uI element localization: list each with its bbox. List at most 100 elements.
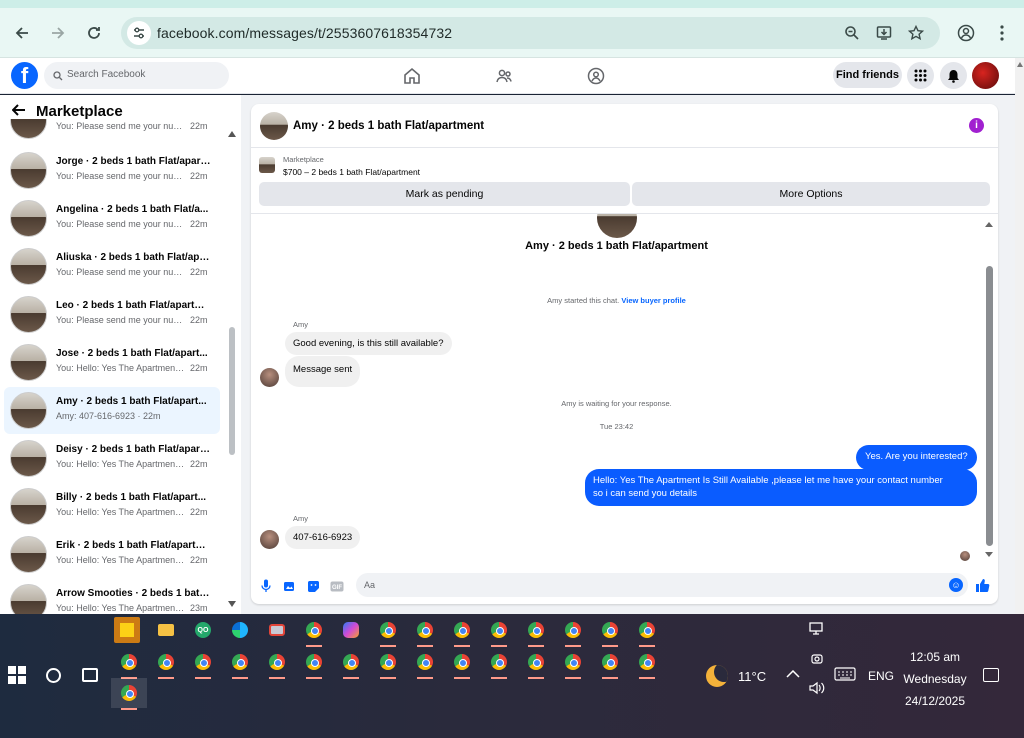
gif-icon[interactable]: GIF (330, 579, 344, 593)
emoji-icon[interactable]: ☺ (949, 578, 963, 592)
task-view-icon[interactable] (82, 668, 98, 682)
install-app-icon[interactable] (875, 24, 893, 42)
conversation-item[interactable]: Billy · 2 beds 1 bath Flat/apart... You:… (4, 483, 220, 530)
chrome-icon[interactable] (412, 649, 438, 679)
info-icon[interactable]: i (969, 118, 984, 133)
chrome-icon[interactable] (449, 649, 475, 679)
sticky-notes-icon[interactable] (114, 617, 140, 643)
sender-avatar[interactable] (260, 530, 279, 549)
back-icon[interactable] (9, 20, 35, 46)
chat-avatar[interactable] (260, 112, 288, 140)
app-icon[interactable] (264, 617, 290, 643)
microphone-icon[interactable] (259, 579, 273, 593)
reload-icon[interactable] (81, 20, 107, 46)
conversation-item[interactable]: Jose · 2 beds 1 bath Flat/apart... You: … (4, 339, 220, 386)
conversation-item[interactable]: Arrow Smooties · 2 beds 1 bath... You: H… (4, 579, 220, 614)
friends-icon[interactable] (494, 66, 514, 86)
more-options-button[interactable]: More Options (632, 182, 990, 206)
notifications-bell-icon[interactable] (940, 62, 967, 89)
chrome-icon[interactable] (523, 617, 549, 647)
chrome-icon[interactable] (634, 649, 660, 679)
url-text[interactable]: facebook.com/messages/t/2553607618354732 (157, 25, 452, 41)
chrome-icon[interactable] (264, 649, 290, 679)
keyboard-icon[interactable] (834, 667, 856, 681)
zoom-icon[interactable] (843, 24, 861, 42)
chrome-icon[interactable] (412, 617, 438, 647)
chrome-icon[interactable] (597, 617, 623, 647)
edge-browser-icon[interactable] (227, 617, 253, 643)
chrome-icon[interactable] (523, 649, 549, 679)
find-friends-button[interactable]: Find friends (833, 62, 902, 88)
outgoing-message[interactable]: Hello: Yes The Apartment Is Still Availa… (585, 469, 977, 506)
sidebar-scrollbar[interactable] (228, 125, 236, 613)
conversation-item[interactable]: You: Please send me your numb... 22m (4, 119, 220, 144)
incoming-message[interactable]: Good evening, is this still available? (285, 332, 452, 355)
input-language[interactable]: ENG (868, 669, 894, 683)
view-buyer-profile-link[interactable]: View buyer profile (621, 296, 685, 305)
groups-icon[interactable] (586, 66, 606, 86)
conversation-item[interactable]: Aliuska · 2 beds 1 bath Flat/apa... You:… (4, 243, 220, 290)
volume-icon[interactable] (808, 681, 826, 695)
thumbs-up-icon[interactable] (975, 578, 990, 596)
chrome-icon[interactable] (301, 649, 327, 679)
page-scrollbar[interactable] (1015, 58, 1024, 614)
conversation-item-active[interactable]: Amy · 2 beds 1 bath Flat/apart... Amy: 4… (4, 387, 220, 434)
chrome-icon-active[interactable] (116, 680, 142, 710)
address-bar[interactable]: facebook.com/messages/t/2553607618354732 (121, 17, 940, 49)
scroll-down-icon[interactable] (228, 601, 236, 607)
home-icon[interactable] (402, 66, 422, 86)
message-scrollbar[interactable] (985, 218, 994, 563)
chrome-icon[interactable] (597, 649, 623, 679)
scroll-down-icon[interactable] (985, 552, 993, 557)
conversation-item[interactable]: Deisy · 2 beds 1 bath Flat/apart... You:… (4, 435, 220, 482)
account-avatar[interactable] (972, 62, 999, 89)
scroll-up-icon[interactable] (985, 222, 993, 227)
chrome-icon[interactable] (338, 649, 364, 679)
conversation-item[interactable]: Jorge · 2 beds 1 bath Flat/apart... You:… (4, 147, 220, 194)
incoming-message[interactable]: Message sent (285, 356, 361, 387)
weather-widget[interactable]: 11°C (706, 665, 766, 687)
scrollbar-thumb[interactable] (986, 266, 993, 546)
system-clock[interactable]: 12:05 am Wednesday 24/12/2025 (900, 646, 970, 712)
bookmark-star-icon[interactable] (907, 24, 925, 42)
chrome-icon[interactable] (190, 649, 216, 679)
site-info-icon[interactable] (127, 21, 151, 45)
facebook-logo-icon[interactable]: f (11, 62, 38, 89)
photo-icon[interactable] (282, 579, 296, 593)
network-monitor-icon[interactable] (809, 622, 825, 636)
qq-app-icon[interactable]: QO (190, 617, 216, 643)
profile-icon[interactable] (953, 20, 979, 46)
incoming-message[interactable]: 407-616-6923 (285, 526, 361, 549)
mark-as-pending-button[interactable]: Mark as pending (259, 182, 630, 206)
listing-price[interactable]: $700 – 2 beds 1 bath Flat/apartment (283, 167, 420, 177)
chrome-icon[interactable] (486, 649, 512, 679)
chrome-icon[interactable] (449, 617, 475, 647)
chrome-icon[interactable] (560, 649, 586, 679)
chrome-icon[interactable] (486, 617, 512, 647)
chrome-icon[interactable] (375, 617, 401, 647)
menu-grid-icon[interactable] (907, 62, 934, 89)
chevron-up-icon[interactable] (786, 670, 800, 678)
chrome-icon[interactable] (375, 649, 401, 679)
chat-title[interactable]: Amy · 2 beds 1 bath Flat/apartment (293, 120, 484, 132)
windows-start-icon[interactable] (8, 666, 26, 684)
message-input[interactable]: Aa ☺ (356, 573, 968, 597)
listing-thumbnail[interactable] (259, 157, 275, 173)
scroll-up-icon[interactable] (228, 131, 236, 137)
chrome-icon[interactable] (153, 649, 179, 679)
conversation-item[interactable]: Erik · 2 beds 1 bath Flat/apartm... You:… (4, 531, 220, 578)
chrome-icon[interactable] (560, 617, 586, 647)
search-circle-icon[interactable] (46, 668, 61, 683)
conversation-item[interactable]: Angelina · 2 beds 1 bath Flat/a... You: … (4, 195, 220, 242)
chrome-icon[interactable] (116, 649, 142, 679)
sticker-icon[interactable] (306, 579, 320, 593)
copilot-icon[interactable] (338, 617, 364, 643)
outgoing-message[interactable]: Yes. Are you interested? (856, 445, 977, 470)
sender-avatar[interactable] (260, 368, 279, 387)
chrome-icon[interactable] (301, 617, 327, 647)
file-explorer-icon[interactable] (153, 617, 179, 643)
browser-menu-icon[interactable] (989, 20, 1015, 46)
back-arrow-icon[interactable] (11, 103, 26, 120)
chrome-icon[interactable] (227, 649, 253, 679)
conversation-item[interactable]: Leo · 2 beds 1 bath Flat/apartm... You: … (4, 291, 220, 338)
